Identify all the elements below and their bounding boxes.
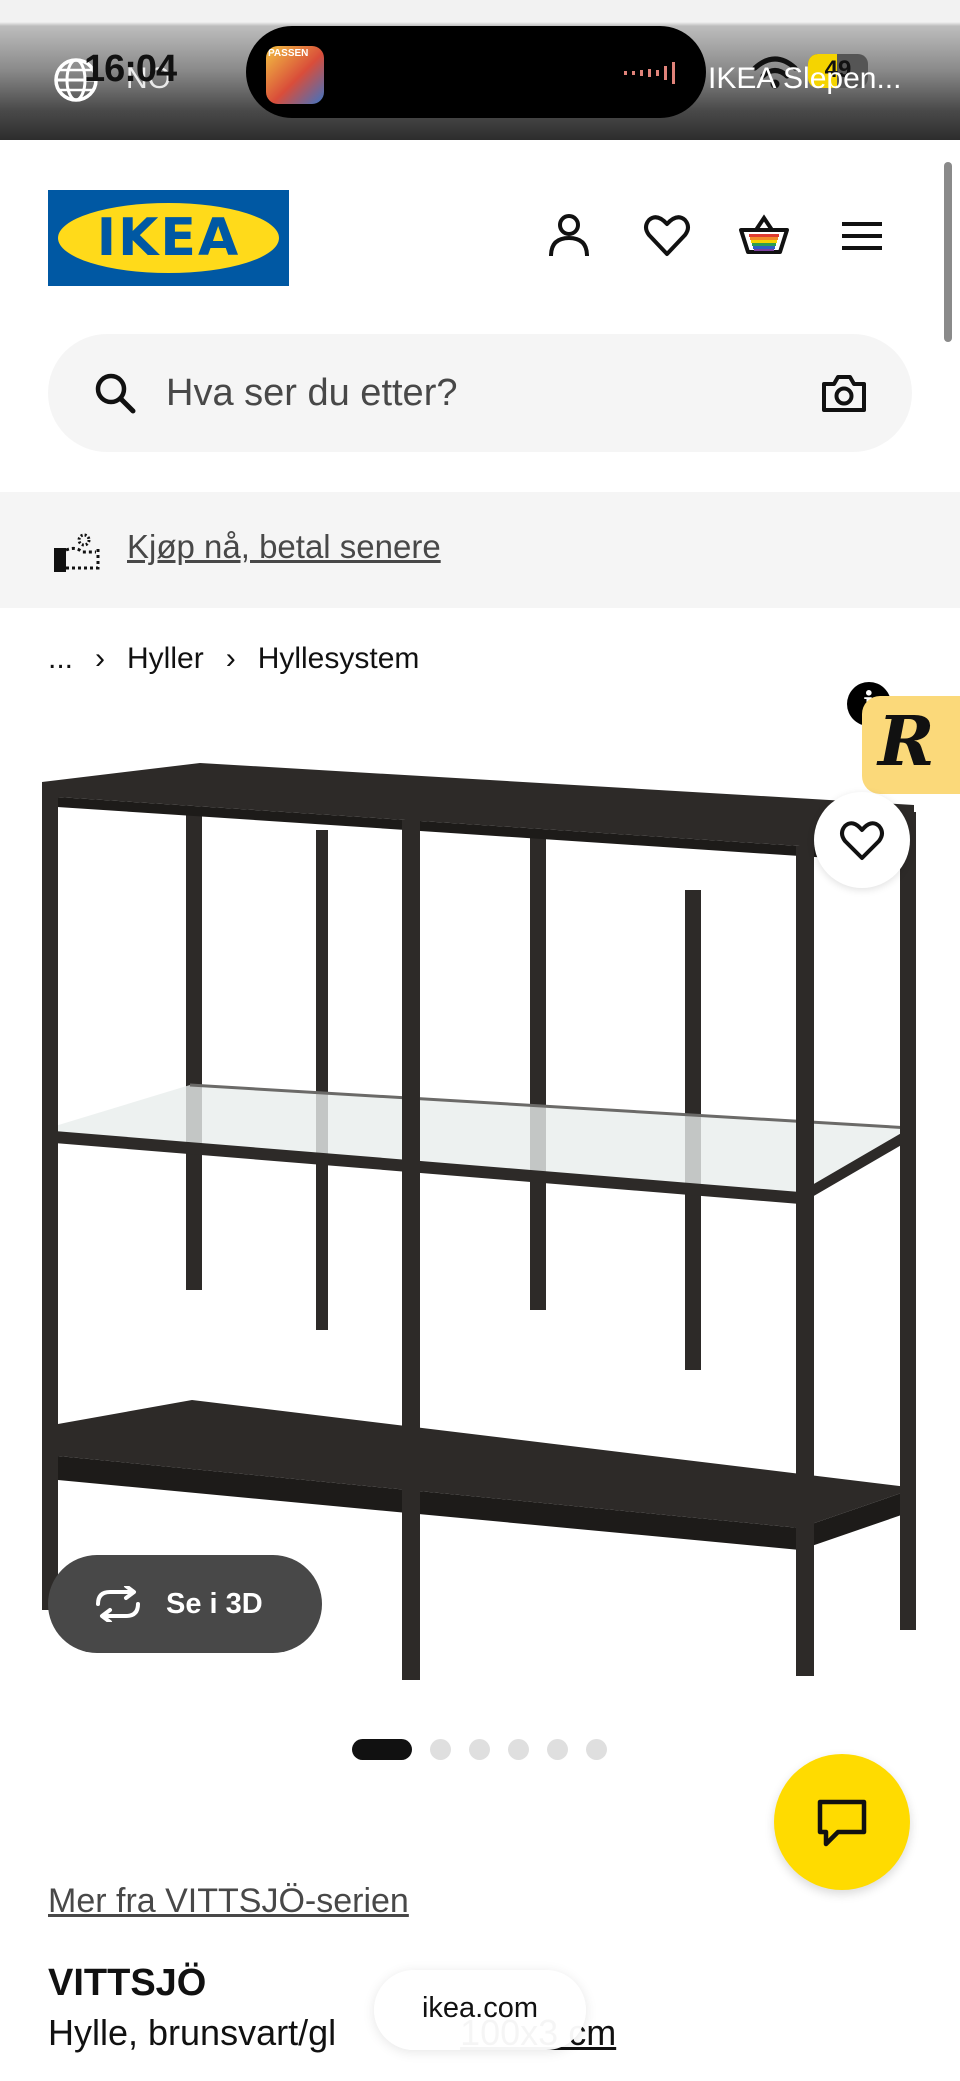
- add-to-wishlist-button[interactable]: [814, 792, 910, 888]
- chat-button[interactable]: [774, 1754, 910, 1890]
- carousel-dot[interactable]: [352, 1738, 412, 1760]
- view-in-3d-button[interactable]: Se i 3D: [48, 1555, 322, 1653]
- ikea-logo[interactable]: IKEA: [48, 190, 289, 286]
- podcast-artwork-icon: PASSEN: [266, 46, 324, 104]
- logo-text: IKEA: [96, 208, 241, 268]
- pay-later-icon: [54, 533, 100, 572]
- promo-banner[interactable]: Kjøp nå, betal senere: [0, 492, 960, 608]
- breadcrumb: ... › Hyller › Hyllesystem: [48, 642, 419, 676]
- rotate-3d-icon: [96, 1586, 140, 1622]
- dynamic-island[interactable]: PASSEN: [246, 26, 706, 118]
- chevron-right-icon: ›: [225, 642, 236, 675]
- camera-icon[interactable]: [820, 370, 868, 416]
- menu-icon[interactable]: [836, 210, 888, 262]
- breadcrumb-ellipsis[interactable]: ...: [48, 642, 73, 676]
- promo-link[interactable]: Kjøp nå, betal senere: [127, 528, 441, 566]
- extension-badge[interactable]: R: [862, 696, 960, 794]
- series-link[interactable]: Mer fra VITTSJÖ-serien: [48, 1882, 409, 1921]
- search-icon: [95, 373, 136, 414]
- carousel-dot[interactable]: [430, 1738, 451, 1760]
- breadcrumb-item-hyller[interactable]: Hyller: [127, 642, 204, 676]
- carousel-dot[interactable]: [508, 1738, 529, 1760]
- cart-icon[interactable]: [738, 210, 790, 262]
- product-description-text: Hylle, brunsvart/gl: [48, 2012, 337, 2053]
- status-bar: NO 16:04 PASSEN 49 IKEA Slepen...: [0, 0, 960, 140]
- chat-bubble-icon: [817, 1799, 867, 1847]
- carousel-dot[interactable]: [547, 1738, 568, 1760]
- product-name: VITTSJÖ: [48, 1962, 207, 2004]
- extension-logo-icon: R: [878, 702, 935, 782]
- view-in-3d-label: Se i 3D: [166, 1588, 263, 1620]
- url-text[interactable]: ikea.com: [374, 1992, 586, 2025]
- carousel-dot[interactable]: [469, 1738, 490, 1760]
- browser-url-bar[interactable]: ikea.com: [374, 1970, 586, 2050]
- browser-tab-title[interactable]: IKEA Slepen...: [708, 62, 901, 96]
- audio-wave-icon: [624, 62, 675, 84]
- breadcrumb-item-hyllesystem[interactable]: Hyllesystem: [258, 642, 420, 676]
- image-carousel-dots: [352, 1738, 607, 1760]
- product-image[interactable]: [30, 720, 930, 1700]
- chevron-right-icon: ›: [95, 642, 106, 675]
- wishlist-icon[interactable]: [641, 210, 693, 262]
- account-icon[interactable]: [543, 210, 595, 262]
- heart-icon: [840, 821, 884, 860]
- scrollbar-thumb[interactable]: [944, 162, 952, 342]
- clock: 16:04: [84, 48, 177, 90]
- carousel-dot[interactable]: [586, 1738, 607, 1760]
- search-bar[interactable]: Hva ser du etter?: [48, 334, 912, 452]
- search-placeholder[interactable]: Hva ser du etter?: [166, 372, 457, 415]
